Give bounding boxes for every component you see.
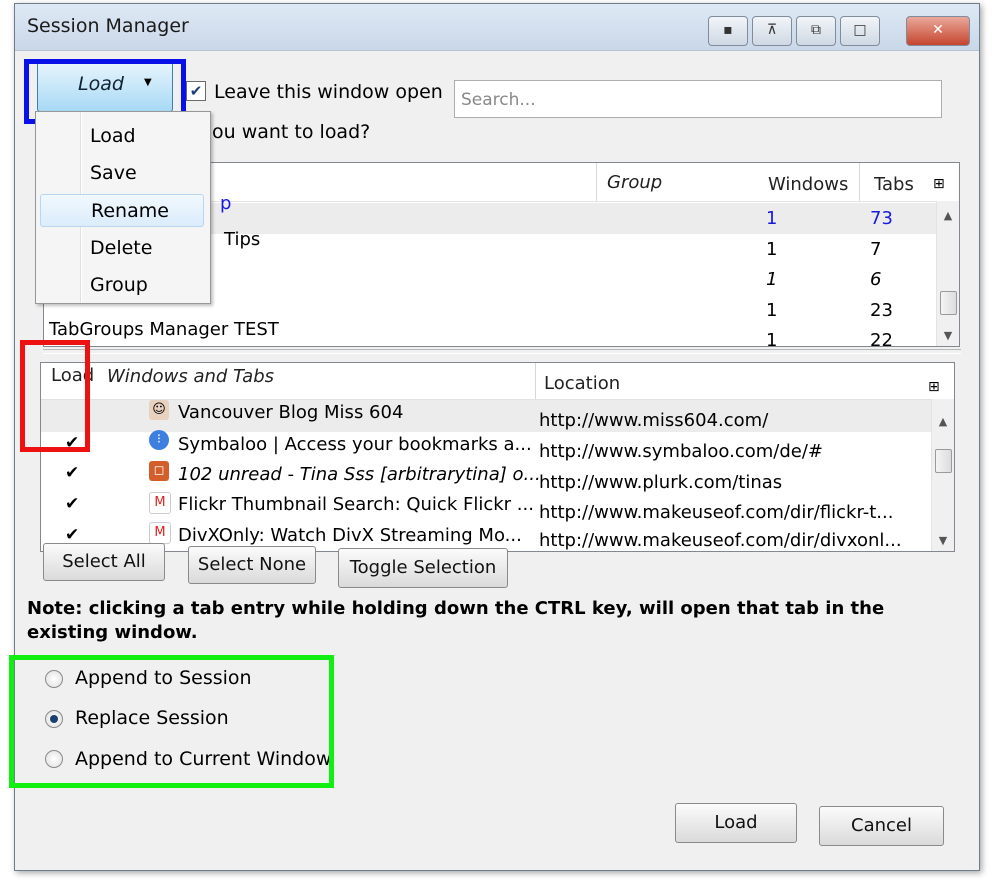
load-button[interactable]: Load: [675, 803, 797, 843]
session-name: Tips: [224, 229, 261, 250]
menu-item-rename[interactable]: Rename: [40, 194, 204, 227]
close-icon[interactable]: ✕: [906, 16, 970, 46]
cancel-button[interactable]: Cancel: [819, 806, 944, 846]
menu-item-delete[interactable]: Delete: [40, 232, 204, 265]
tab-location: http://www.plurk.com/tinas: [539, 472, 783, 493]
session-windows: 1: [766, 239, 778, 260]
leave-open-checkbox[interactable]: ✔: [186, 81, 206, 101]
toggle-selection-button[interactable]: Toggle Selection: [338, 548, 508, 588]
scroll-thumb[interactable]: [935, 449, 952, 473]
symbaloo-favicon-icon: ⁝: [149, 430, 169, 450]
makeuseof-favicon-icon: M: [149, 522, 171, 544]
red-highlight-box: [20, 340, 90, 452]
tab-location: http://www.makeuseof.com/dir/divxonl...: [539, 530, 902, 551]
load-prompt-text: ou want to load?: [212, 121, 371, 143]
scroll-thumb[interactable]: [940, 291, 957, 315]
tab-title[interactable]: DivXOnly: Watch DivX Streaming Mo...: [178, 525, 522, 546]
load-dropdown-menu: Load Save Rename Delete Group: [35, 111, 211, 304]
session-tabs: 23: [870, 300, 893, 321]
load-checkmark-icon[interactable]: ✔: [65, 494, 79, 514]
location-column-header[interactable]: Location: [544, 373, 620, 394]
session-windows: 1: [766, 330, 778, 347]
scroll-up-icon[interactable]: ▲: [937, 209, 959, 222]
windows-column-header[interactable]: Windows: [768, 174, 848, 195]
tab-title[interactable]: 102 unread - Tina Sss [arbitrarytina] o.…: [178, 464, 541, 485]
session-windows: 1: [766, 300, 778, 321]
maximize-icon[interactable]: □: [840, 16, 880, 46]
table-row[interactable]: [41, 400, 932, 432]
scroll-down-icon[interactable]: ▼: [932, 534, 954, 547]
session-tabs: 6: [870, 269, 882, 290]
session-tabs: 73: [870, 208, 893, 229]
column-picker-icon[interactable]: ⊞: [933, 176, 945, 192]
select-all-button[interactable]: Select All: [43, 543, 165, 581]
session-tabs: 22: [870, 330, 893, 347]
window-title: Session Manager: [27, 15, 189, 37]
leave-open-label: Leave this window open: [214, 81, 443, 103]
tab-title[interactable]: Flickr Thumbnail Search: Quick Flickr ..…: [178, 494, 534, 515]
plurk-favicon-icon: ◻: [149, 461, 169, 481]
menu-item-save[interactable]: Save: [40, 157, 204, 190]
column-picker-icon[interactable]: ⊞: [928, 379, 940, 395]
pin-icon[interactable]: ⊼: [752, 16, 792, 46]
person-favicon-icon: ☺: [149, 400, 169, 420]
tab-location: http://www.symbaloo.com/de/#: [539, 441, 823, 462]
menu-item-group[interactable]: Group: [40, 269, 204, 302]
tabs-scrollbar[interactable]: ▲ ▼: [931, 399, 954, 551]
title-bar: Session Manager ▪ ⊼ ⧉ □ ✕: [15, 4, 979, 51]
tabs-column-header[interactable]: Tabs: [874, 174, 914, 195]
load-checkmark-icon[interactable]: ✔: [65, 525, 79, 545]
tab-location: http://www.miss604.com/: [539, 410, 769, 431]
session-name: p: [220, 193, 232, 214]
menu-item-load[interactable]: Load: [40, 120, 204, 153]
tab-title[interactable]: Symbaloo | Access your bookmarks a...: [178, 434, 532, 455]
session-windows: 1: [766, 208, 778, 229]
tab-location: http://www.makeuseof.com/dir/flickr-t...: [539, 502, 894, 523]
scroll-up-icon[interactable]: ▲: [932, 415, 954, 428]
load-checkmark-icon[interactable]: ✔: [65, 463, 79, 483]
minimize-icon[interactable]: ▪: [708, 16, 748, 46]
tabs-tree[interactable]: Load Windows and Tabs Location ⊞ ☺ Vanco…: [40, 362, 955, 552]
session-tabs: 7: [870, 239, 882, 260]
restore-icon[interactable]: ⧉: [796, 16, 836, 46]
scroll-down-icon[interactable]: ▼: [937, 329, 959, 342]
ctrl-key-note: Note: clicking a tab entry while holding…: [27, 598, 885, 643]
tab-title[interactable]: Vancouver Blog Miss 604: [178, 402, 403, 423]
makeuseof-favicon-icon: M: [149, 492, 171, 514]
windows-tabs-column-header[interactable]: Windows and Tabs: [107, 366, 274, 387]
group-column-header[interactable]: Group: [607, 172, 662, 193]
search-input[interactable]: Search...: [454, 80, 942, 118]
session-name: TabGroups Manager TEST: [49, 319, 279, 340]
green-highlight-box: [9, 655, 334, 788]
session-windows: 1: [766, 269, 778, 290]
pane-splitter[interactable]: [43, 349, 961, 354]
sessions-scrollbar[interactable]: ▲ ▼: [936, 201, 959, 346]
select-none-button[interactable]: Select None: [188, 546, 316, 584]
